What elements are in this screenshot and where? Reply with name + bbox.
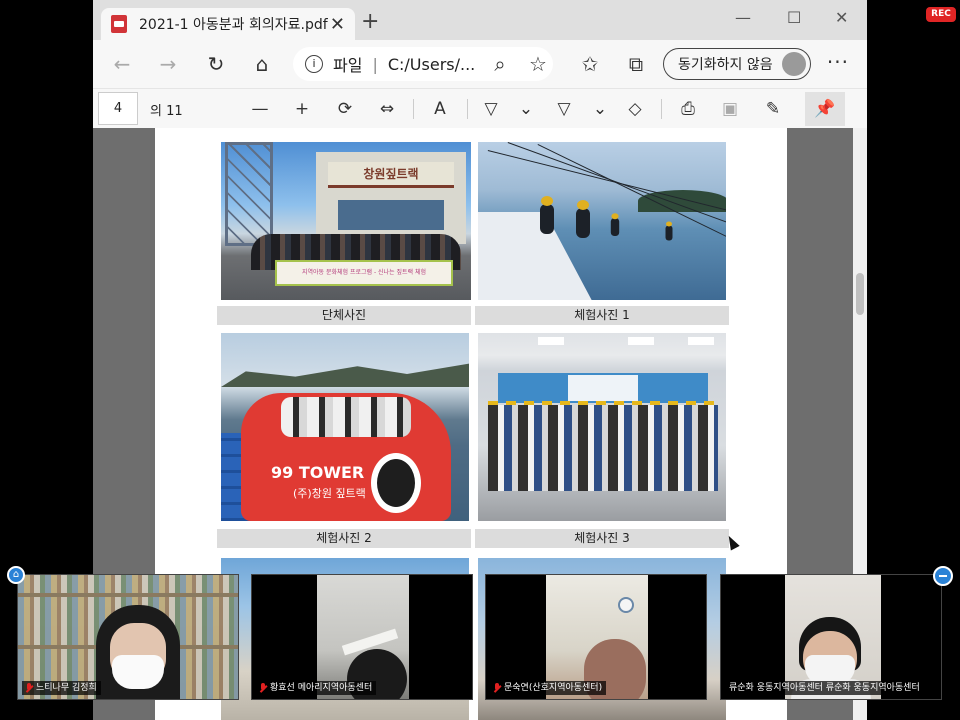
- participant-name: 류순화 웅동지역아동센터 류순화 웅동지역아동센터: [725, 681, 924, 695]
- participant-tile[interactable]: 류순화 웅동지역아동센터 류순화 웅동지역아동센터: [720, 574, 942, 700]
- rider: [665, 221, 673, 241]
- participant-tile[interactable]: 문숙연(산호지역아동센터): [485, 574, 707, 700]
- rotate-icon[interactable]: ⟳: [332, 96, 358, 122]
- participant-name: 문숙연(산호지역아동센터): [490, 681, 607, 695]
- profile-avatar: [782, 52, 806, 76]
- jetboat-photo: 99 TOWER (주)창원 짚트랙: [221, 333, 469, 521]
- recording-badge: REC: [926, 7, 956, 22]
- building: 창원짚트랙: [316, 152, 466, 244]
- banner: 지역아동 문화체험 프로그램 - 신나는 짚트랙 체험: [275, 260, 453, 286]
- highlight-options-chevron-icon[interactable]: ⌄: [587, 96, 613, 122]
- rider: [540, 196, 554, 234]
- zipline-photo: [478, 142, 726, 300]
- toolbar-divider: [413, 99, 414, 119]
- print-icon[interactable]: ⎙: [675, 96, 701, 122]
- new-tab-button[interactable]: +: [361, 11, 379, 33]
- building-sign: 창원짚트랙: [328, 162, 454, 188]
- pdf-file-icon: [111, 15, 127, 33]
- url-scheme-label: 파일: [333, 56, 363, 75]
- home-icon[interactable]: ⌂: [247, 50, 277, 78]
- forward-icon[interactable]: →: [153, 50, 183, 78]
- rider: [610, 213, 620, 236]
- window-close-icon[interactable]: ✕: [835, 8, 848, 27]
- minimize-video-icon[interactable]: [933, 566, 953, 586]
- sync-button[interactable]: 동기화하지 않음: [663, 48, 811, 80]
- caption-group-photo: 단체사진: [217, 306, 471, 325]
- minimize-icon[interactable]: —: [735, 8, 751, 27]
- participants-list-icon[interactable]: ⌂: [7, 566, 25, 584]
- tab-close-icon[interactable]: ✕: [330, 14, 345, 35]
- wall-display: [498, 373, 708, 403]
- page-number-input[interactable]: 4: [98, 92, 138, 125]
- participant-tile[interactable]: 느티나무 김정희: [17, 574, 239, 700]
- read-aloud-icon[interactable]: A: [427, 96, 453, 122]
- refresh-icon[interactable]: ↻: [201, 50, 231, 78]
- muted-mic-icon: [494, 683, 501, 693]
- ceiling-light: [628, 337, 654, 345]
- participant-name-text: 문숙연(산호지역아동센터): [504, 683, 603, 693]
- draw-icon[interactable]: ▽: [478, 96, 504, 122]
- building-window: [338, 200, 444, 230]
- url-separator: |: [372, 54, 378, 74]
- zipline-tower: [225, 142, 273, 246]
- scrollbar-thumb[interactable]: [856, 273, 864, 315]
- mountains: [221, 363, 469, 387]
- ceiling-light: [538, 337, 564, 345]
- participants-group: [488, 405, 718, 491]
- shelf-board: [18, 593, 238, 597]
- tab-pdf[interactable]: 2021-1 아동분과 회의자료.pdf ✕: [101, 8, 355, 40]
- participant-name-text: 류순화 웅동지역아동센터 류순화 웅동지역아동센터: [729, 683, 920, 693]
- back-icon[interactable]: ←: [107, 50, 137, 78]
- address-bar-row: ← → ↻ ⌂ i 파일 | C:/Users/... ⌕ ☆ ✩ ⧉ 동기화하…: [93, 40, 867, 88]
- zoom-in-icon[interactable]: +: [289, 96, 315, 122]
- sync-label: 동기화하지 않음: [678, 57, 773, 73]
- zoom-out-icon[interactable]: —: [247, 96, 273, 122]
- boat-brand: 99 TOWER: [271, 463, 365, 482]
- save-icon[interactable]: ▣: [717, 96, 743, 122]
- participant-name-text: 느티나무 김정희: [36, 683, 97, 693]
- participant-tile[interactable]: 황효선 메아리지역아동센터: [251, 574, 473, 700]
- participant-name-text: 황효선 메아리지역아동센터: [270, 683, 373, 693]
- draw-options-chevron-icon[interactable]: ⌄: [513, 96, 539, 122]
- tab-bar: 2021-1 아동분과 회의자료.pdf ✕ + — ☐ ✕: [93, 0, 867, 40]
- highlight-icon[interactable]: ▽: [551, 96, 577, 122]
- building-sign-text: 창원짚트랙: [363, 167, 419, 181]
- participant-name: 황효선 메아리지역아동센터: [256, 681, 377, 695]
- caption-experience-2: 체험사진 2: [217, 529, 471, 548]
- fit-width-icon[interactable]: ⇔: [374, 96, 400, 122]
- info-icon[interactable]: i: [305, 55, 323, 73]
- tab-title: 2021-1 아동분과 회의자료.pdf: [139, 17, 328, 33]
- participant-name: 느티나무 김정희: [22, 681, 101, 695]
- rider: [576, 200, 590, 238]
- favorite-star-icon[interactable]: ☆: [523, 50, 553, 78]
- passengers: [281, 397, 411, 437]
- indoor-group-photo: [478, 333, 726, 521]
- boat-subtitle: (주)창원 짚트랙: [293, 487, 366, 500]
- boat-decoration: [371, 453, 421, 513]
- toolbar-divider: [467, 99, 468, 119]
- pin-toolbar-icon[interactable]: 📌: [805, 92, 845, 126]
- collections-icon[interactable]: ⧉: [621, 50, 651, 78]
- wall-clock: [618, 597, 634, 613]
- maximize-icon[interactable]: ☐: [787, 8, 801, 27]
- more-icon[interactable]: ···: [827, 50, 849, 74]
- caption-experience-1: 체험사진 1: [475, 306, 729, 325]
- pdf-toolbar: 4 의 11 — + ⟳ ⇔ A ▽ ⌄ ▽ ⌄ ◇ ⎙ ▣ ✎ 📌: [93, 88, 867, 128]
- page-count: 의 11: [150, 104, 183, 119]
- muted-mic-icon: [260, 683, 267, 693]
- url-path: C:/Users/...: [387, 54, 476, 74]
- face-mask: [112, 655, 164, 689]
- save-as-icon[interactable]: ✎: [760, 96, 786, 122]
- banner-text: 지역아동 문화체험 프로그램 - 신나는 짚트랙 체험: [301, 269, 426, 276]
- ceiling-light: [688, 337, 714, 345]
- caption-experience-3: 체험사진 3: [475, 529, 729, 548]
- search-icon[interactable]: ⌕: [485, 50, 515, 78]
- toolbar-divider: [661, 99, 662, 119]
- muted-mic-icon: [26, 683, 33, 693]
- eraser-icon[interactable]: ◇: [622, 96, 648, 122]
- favorites-list-icon[interactable]: ✩: [575, 50, 605, 78]
- group-photo: 창원짚트랙 지역아동 문화체험 프로그램 - 신나는 짚트랙 체험: [221, 142, 471, 300]
